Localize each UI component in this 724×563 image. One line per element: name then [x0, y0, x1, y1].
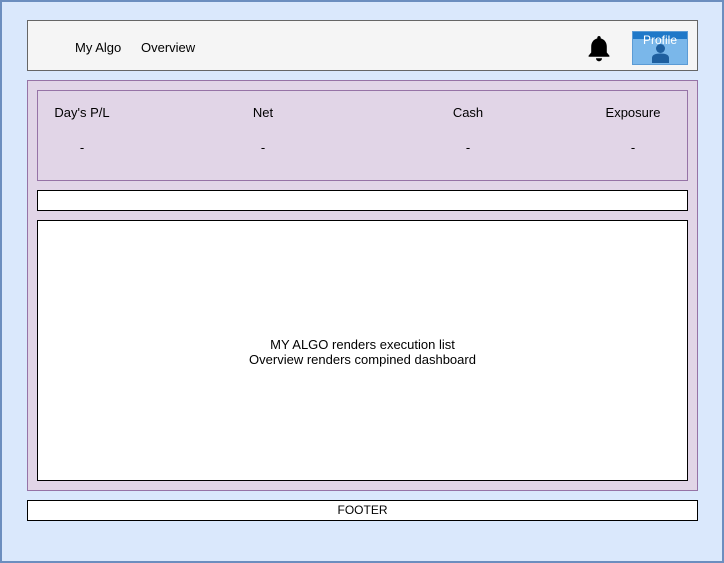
header-bar: My Algo Overview Profile [27, 20, 698, 71]
stat-value-days-pl: - [79, 140, 85, 155]
empty-bar [37, 190, 688, 211]
stat-label-net: Net [252, 105, 274, 120]
content-description: MY ALGO renders execution list Overview … [38, 337, 687, 367]
stat-value-cash: - [465, 140, 471, 155]
stat-value-net: - [260, 140, 266, 155]
stat-label-exposure: Exposure [605, 105, 661, 120]
nav-overview[interactable]: Overview [141, 40, 195, 55]
user-icon [652, 44, 669, 63]
stat-label-cash: Cash [452, 105, 484, 120]
footer: FOOTER [27, 500, 698, 521]
stat-value-exposure: - [630, 140, 636, 155]
profile-button[interactable]: Profile [632, 31, 688, 65]
nav-my-algo[interactable]: My Algo [75, 40, 121, 55]
content-area: MY ALGO renders execution list Overview … [37, 220, 688, 481]
stat-label-days-pl: Day's P/L [54, 105, 110, 120]
content-line-1: MY ALGO renders execution list [270, 337, 455, 352]
app-background: My Algo Overview Profile Day's P/L - Net… [0, 0, 724, 563]
bell-icon[interactable] [586, 34, 612, 62]
main-panel: Day's P/L - Net - Cash - Exposure - MY A… [27, 80, 698, 491]
content-line-2: Overview renders compined dashboard [249, 352, 476, 367]
stats-panel: Day's P/L - Net - Cash - Exposure - [37, 90, 688, 181]
